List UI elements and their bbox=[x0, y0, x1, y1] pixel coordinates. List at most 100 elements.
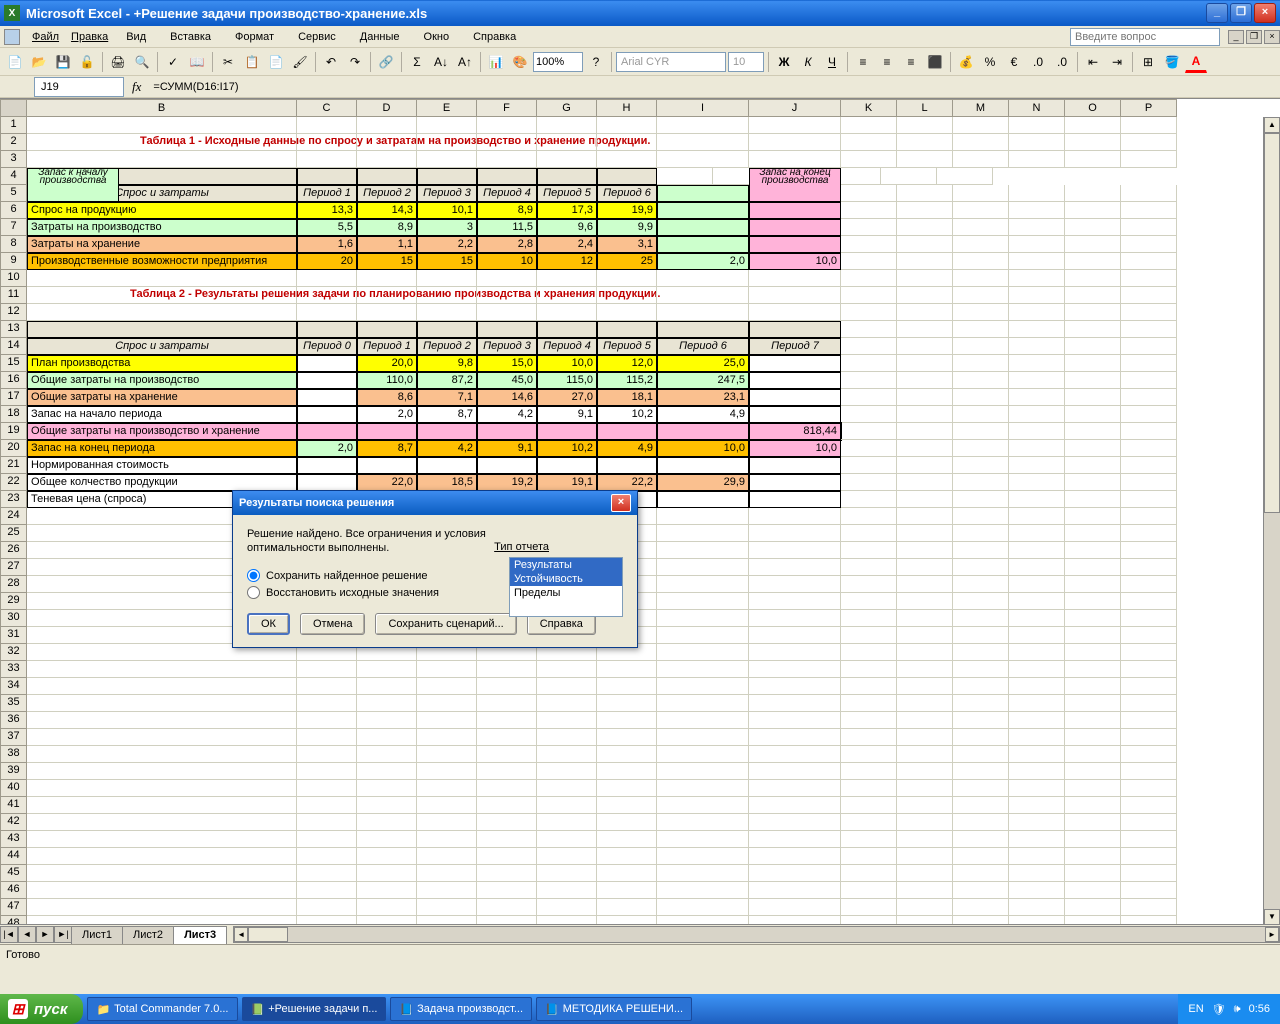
cell[interactable] bbox=[749, 474, 841, 491]
cell[interactable] bbox=[297, 848, 357, 865]
cell[interactable] bbox=[1009, 814, 1065, 831]
cell[interactable] bbox=[357, 729, 417, 746]
cell[interactable] bbox=[537, 848, 597, 865]
cell[interactable] bbox=[841, 185, 897, 202]
cell[interactable]: 45,0 bbox=[477, 372, 537, 389]
cell[interactable] bbox=[841, 746, 897, 763]
cell[interactable] bbox=[749, 321, 841, 338]
cell[interactable] bbox=[477, 457, 537, 474]
row-header[interactable]: 33 bbox=[0, 661, 27, 678]
worksheet-grid[interactable]: B C D E F G H I J K L M N O P 1234567891… bbox=[0, 98, 1280, 924]
cell[interactable] bbox=[1065, 270, 1121, 287]
menu-view[interactable]: Вид bbox=[114, 28, 158, 46]
cell[interactable] bbox=[1121, 321, 1177, 338]
cell[interactable] bbox=[1065, 559, 1121, 576]
cell[interactable] bbox=[749, 559, 841, 576]
cell[interactable]: 20 bbox=[297, 253, 357, 270]
cell[interactable] bbox=[1009, 797, 1065, 814]
cell[interactable] bbox=[953, 814, 1009, 831]
cell[interactable]: Запас на начало периода bbox=[27, 406, 297, 423]
cell[interactable] bbox=[27, 304, 297, 321]
cell[interactable] bbox=[657, 644, 749, 661]
cell[interactable] bbox=[477, 780, 537, 797]
cell[interactable]: 14,6 bbox=[477, 389, 537, 406]
cell[interactable]: 2,8 bbox=[477, 236, 537, 253]
cell[interactable] bbox=[1121, 389, 1177, 406]
cell[interactable] bbox=[897, 423, 953, 440]
cell[interactable] bbox=[1121, 916, 1177, 924]
cell[interactable] bbox=[477, 916, 537, 924]
cell[interactable] bbox=[1065, 219, 1121, 236]
cell[interactable]: 115,0 bbox=[537, 372, 597, 389]
cell[interactable] bbox=[537, 797, 597, 814]
row-header[interactable]: 24 bbox=[0, 508, 27, 525]
cell[interactable] bbox=[1065, 576, 1121, 593]
cell[interactable] bbox=[1065, 355, 1121, 372]
cell[interactable] bbox=[357, 678, 417, 695]
cell[interactable] bbox=[357, 270, 417, 287]
cell[interactable] bbox=[1065, 848, 1121, 865]
cell[interactable] bbox=[597, 899, 657, 916]
cell[interactable] bbox=[881, 168, 937, 185]
cell[interactable]: 13,3 bbox=[297, 202, 357, 219]
cell[interactable] bbox=[953, 542, 1009, 559]
cell[interactable] bbox=[841, 508, 897, 525]
cell[interactable] bbox=[657, 576, 749, 593]
cell[interactable] bbox=[953, 780, 1009, 797]
cell[interactable] bbox=[1009, 236, 1065, 253]
cell[interactable] bbox=[1121, 338, 1177, 355]
formula-input[interactable]: =СУММ(D16:I17) bbox=[149, 77, 1280, 97]
cell[interactable] bbox=[657, 423, 749, 440]
cell[interactable] bbox=[749, 457, 841, 474]
cell[interactable] bbox=[1009, 525, 1065, 542]
cell[interactable] bbox=[897, 491, 953, 508]
cell[interactable] bbox=[1009, 440, 1065, 457]
cell[interactable]: 18,1 bbox=[597, 389, 657, 406]
hyperlink-icon[interactable]: 🔗 bbox=[375, 51, 397, 73]
menu-insert[interactable]: Вставка bbox=[158, 28, 223, 46]
row-header[interactable]: 45 bbox=[0, 865, 27, 882]
cell[interactable] bbox=[1121, 831, 1177, 848]
cell[interactable] bbox=[477, 865, 537, 882]
cell[interactable]: 9,8 bbox=[417, 355, 477, 372]
cell[interactable]: 3,1 bbox=[597, 236, 657, 253]
cell[interactable] bbox=[897, 610, 953, 627]
cell[interactable] bbox=[1009, 848, 1065, 865]
cell[interactable]: 8,9 bbox=[357, 219, 417, 236]
cell[interactable] bbox=[27, 797, 297, 814]
cell[interactable] bbox=[27, 695, 297, 712]
scroll-left-icon[interactable]: ◄ bbox=[234, 927, 248, 942]
menu-format[interactable]: Формат bbox=[223, 28, 286, 46]
cell[interactable] bbox=[841, 474, 897, 491]
cell[interactable] bbox=[657, 678, 749, 695]
col-header[interactable]: C bbox=[297, 99, 357, 117]
cell[interactable] bbox=[477, 661, 537, 678]
cell[interactable] bbox=[477, 899, 537, 916]
cell[interactable] bbox=[477, 831, 537, 848]
font-color-icon[interactable]: A bbox=[1185, 51, 1207, 73]
cell[interactable] bbox=[297, 746, 357, 763]
cell[interactable] bbox=[597, 882, 657, 899]
cell[interactable] bbox=[841, 355, 897, 372]
col-header[interactable]: M bbox=[953, 99, 1009, 117]
preview-icon[interactable]: 🔍 bbox=[131, 51, 153, 73]
doc-close-button[interactable]: × bbox=[1264, 30, 1280, 44]
cell[interactable]: Запас на конец производства bbox=[749, 168, 841, 202]
cell[interactable] bbox=[1121, 406, 1177, 423]
row-header[interactable]: 11 bbox=[0, 287, 27, 304]
col-header[interactable]: N bbox=[1009, 99, 1065, 117]
cell[interactable] bbox=[1065, 304, 1121, 321]
cell[interactable] bbox=[1065, 661, 1121, 678]
cell[interactable] bbox=[477, 304, 537, 321]
cell[interactable] bbox=[1065, 695, 1121, 712]
menu-file[interactable]: Файл bbox=[26, 28, 65, 46]
save-scenario-button[interactable]: Сохранить сценарий... bbox=[375, 613, 516, 635]
row-header[interactable]: 20 bbox=[0, 440, 27, 457]
cell[interactable] bbox=[357, 457, 417, 474]
cell[interactable] bbox=[417, 661, 477, 678]
cell[interactable] bbox=[1065, 746, 1121, 763]
cell[interactable] bbox=[657, 236, 749, 253]
cell[interactable] bbox=[897, 355, 953, 372]
cell[interactable] bbox=[27, 848, 297, 865]
cell[interactable] bbox=[477, 712, 537, 729]
